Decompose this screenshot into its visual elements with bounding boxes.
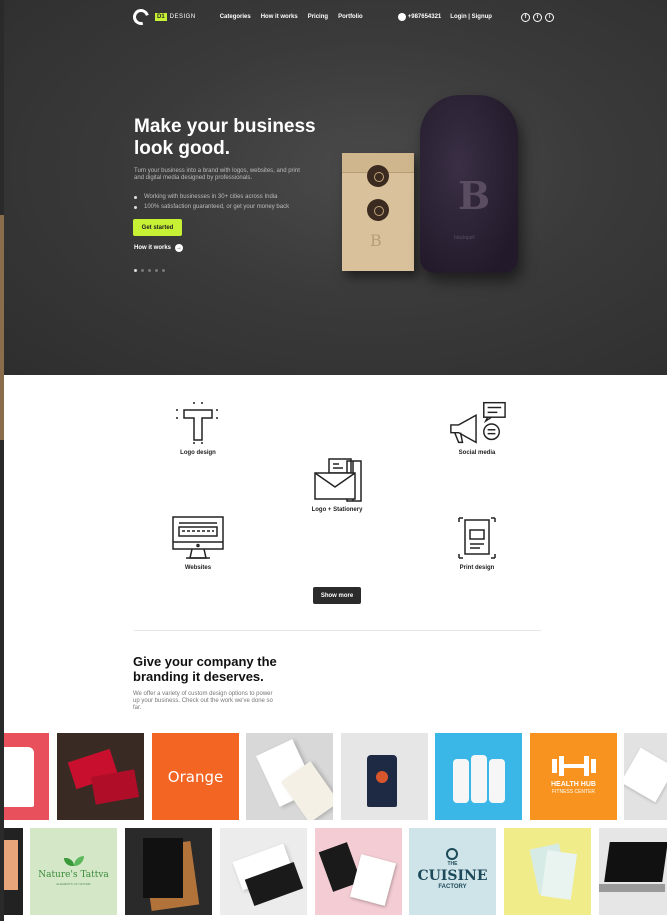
portfolio-tile-milk-bottles[interactable]: [435, 733, 522, 820]
logo-icon: [130, 6, 152, 28]
stationery-icon: [307, 455, 367, 505]
phone-number: +987654321: [407, 14, 442, 20]
nav-link-categories[interactable]: Categories: [220, 14, 251, 20]
print-icon: [447, 513, 507, 563]
portfolio-tile-leather-notebook[interactable]: [125, 828, 212, 915]
service-social-media[interactable]: Social media: [432, 398, 522, 456]
hero-title: Make your business look good.: [134, 116, 316, 159]
how-it-works-link[interactable]: How it works →: [134, 244, 184, 252]
portfolio-tile-boxes[interactable]: [624, 733, 667, 820]
portfolio-tile-yellow-cards[interactable]: [504, 828, 591, 915]
portfolio-tile-cards-red[interactable]: [57, 733, 144, 820]
section-divider: [134, 630, 541, 631]
service-label: Logo design: [180, 450, 216, 456]
logo-design-icon: [168, 398, 228, 448]
slider-dot[interactable]: [134, 269, 137, 272]
natures-tattva-logo: Nature's Tattva: [38, 870, 109, 880]
envelope-mockup: B: [342, 153, 414, 271]
slider-dot[interactable]: [155, 269, 158, 272]
hero-bullets: Working with businesses in 30+ cities ac…: [134, 192, 289, 212]
phone-icon: [397, 13, 406, 21]
portfolio-tile-natures-tattva[interactable]: Nature's Tattva ELEMENTS OF NATURE: [30, 828, 117, 915]
health-hub-title: HEALTH HUB: [551, 781, 596, 788]
portfolio-tile-stationery-white[interactable]: [246, 733, 333, 820]
arrow-right-icon: →: [175, 244, 184, 252]
phone-contact[interactable]: +987654321: [397, 13, 442, 21]
nav-link-how-it-works[interactable]: How it works: [261, 14, 298, 20]
logo[interactable]: D1 DESIGN: [130, 6, 196, 28]
top-nav: D1 DESIGN Categories How it works Pricin…: [130, 6, 554, 28]
twitter-icon[interactable]: t: [532, 12, 542, 22]
hero-bullet: 100% satisfaction guaranteed, or get you…: [134, 202, 289, 212]
cuisine-factory-label: FACTORY: [438, 884, 467, 890]
megaphone-icon: [447, 398, 507, 448]
hero-bullet: Working with businesses in 30+ cities ac…: [134, 192, 289, 202]
portfolio-tile-laptop[interactable]: [599, 828, 667, 915]
natures-tattva-tagline: ELEMENTS OF NATURE: [56, 882, 91, 886]
slider-dot[interactable]: [141, 269, 144, 272]
service-logo-stationery[interactable]: Logo + Stationery: [292, 455, 382, 513]
service-label: Logo + Stationery: [311, 507, 363, 513]
service-logo-design[interactable]: Logo design: [153, 398, 243, 456]
login-signup-link[interactable]: Login | Signup: [450, 14, 492, 20]
monitor-icon: [168, 513, 228, 563]
get-started-button[interactable]: Get started: [133, 219, 182, 236]
branding-title: Give your company the branding it deserv…: [133, 654, 277, 684]
slider-dot[interactable]: [162, 269, 165, 272]
cuisine-logo-text: CUISINE: [417, 868, 488, 884]
how-it-works-label: How it works: [134, 245, 172, 251]
service-websites[interactable]: Websites: [153, 513, 243, 571]
social-links: f t i: [520, 12, 554, 22]
nav-link-portfolio[interactable]: Portfolio: [338, 14, 363, 20]
orange-logo-text: Orange: [167, 768, 224, 786]
slider-dot[interactable]: [148, 269, 151, 272]
portfolio-tile-orange[interactable]: Orange: [152, 733, 239, 820]
portfolio-tile-tag[interactable]: [341, 733, 428, 820]
branding-subtitle: We offer a variety of custom design opti…: [133, 691, 273, 711]
logo-badge: D1: [155, 13, 167, 21]
facebook-icon[interactable]: f: [520, 12, 530, 22]
show-more-button[interactable]: Show more: [313, 587, 361, 604]
hero-section: D1 DESIGN Categories How it works Pricin…: [4, 0, 667, 375]
portfolio-tile-business-cards[interactable]: [220, 828, 307, 915]
service-label: Websites: [184, 565, 212, 571]
portfolio-tile-partial[interactable]: [4, 828, 23, 915]
instagram-icon[interactable]: i: [544, 12, 554, 22]
nav-links: Categories How it works Pricing Portfoli…: [220, 14, 363, 20]
cuisine-the-label: THE: [447, 861, 458, 867]
service-label: Print design: [459, 565, 495, 571]
bag-mockup: B blackquill: [420, 95, 518, 273]
nav-link-pricing[interactable]: Pricing: [308, 14, 328, 20]
slider-dots: [134, 269, 165, 272]
portfolio-tile-tshirt[interactable]: [4, 733, 49, 820]
hero-subtitle: Turn your business into a brand with log…: [134, 168, 300, 181]
service-label: Social media: [458, 450, 496, 456]
service-print-design[interactable]: Print design: [432, 513, 522, 571]
health-hub-subtitle: FITNESS CENTER: [551, 789, 596, 795]
portfolio-tile-health-hub[interactable]: HEALTH HUB FITNESS CENTER: [530, 733, 617, 820]
portfolio-tile-cuisine-factory[interactable]: THE CUISINE FACTORY: [409, 828, 496, 915]
portfolio-tile-black-merch[interactable]: [315, 828, 402, 915]
logo-text: DESIGN: [169, 14, 196, 20]
